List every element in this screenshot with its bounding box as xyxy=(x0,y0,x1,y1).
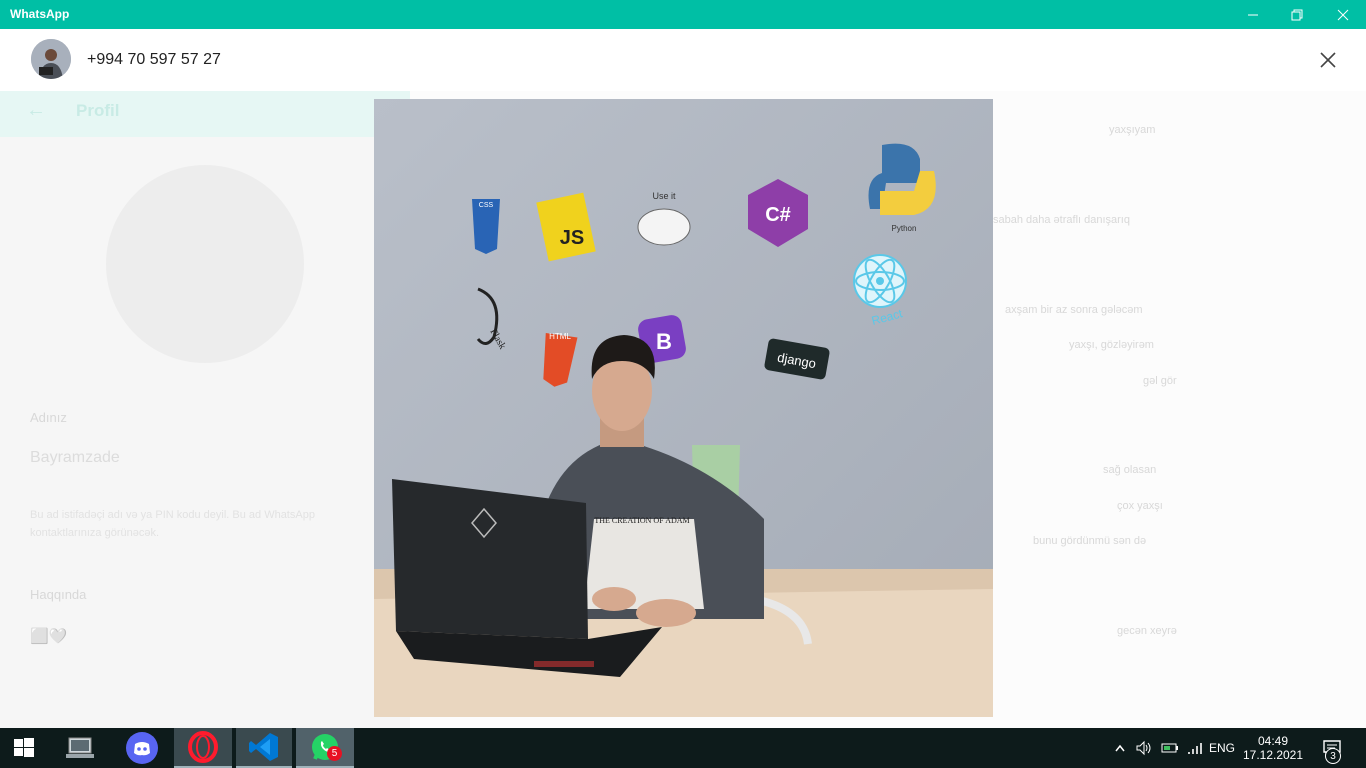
chevron-up-icon xyxy=(1115,744,1125,752)
name-label: Adınız xyxy=(30,410,67,425)
chat-snippet: yaxşı, gözləyirəm xyxy=(1069,339,1154,351)
vscode-icon xyxy=(249,733,278,761)
media-viewer-header: +994 70 597 57 27 xyxy=(0,29,1366,91)
volume-button[interactable] xyxy=(1132,728,1156,768)
name-description: Bu ad istifadəçi adı və ya PIN kodu deyi… xyxy=(30,509,315,539)
chat-snippet: çox yaxşı xyxy=(1117,500,1163,512)
taskbar-whatsapp[interactable]: 5 xyxy=(296,728,354,768)
svg-text:HTML: HTML xyxy=(549,332,571,341)
taskbar-discord[interactable] xyxy=(114,728,170,768)
taskbar-file-explorer[interactable] xyxy=(52,728,108,768)
profile-panel: ← Profil Adınız Bayramzade Bu ad istifad… xyxy=(0,29,410,728)
profile-avatar[interactable] xyxy=(106,165,304,363)
clock[interactable]: 04:49 17.12.2021 xyxy=(1240,728,1306,768)
profile-title: Profil xyxy=(76,101,120,120)
network-button[interactable] xyxy=(1184,728,1208,768)
laptop-icon xyxy=(66,737,94,758)
notification-count-badge: 3 xyxy=(1325,748,1341,764)
windows-taskbar: 5 ENG 04:49 17.12.2021 xyxy=(0,728,1366,768)
window-title: WhatsApp xyxy=(10,7,70,21)
close-window-button[interactable] xyxy=(1320,0,1366,29)
language-indicator[interactable]: ENG xyxy=(1208,728,1236,768)
show-hidden-icons-button[interactable] xyxy=(1110,728,1130,768)
chat-snippet: axşam bir az sonra gələcəm xyxy=(1005,304,1143,316)
opera-icon xyxy=(188,731,218,763)
svg-text:B: B xyxy=(656,329,672,354)
discord-icon xyxy=(126,732,158,764)
svg-text:CSS: CSS xyxy=(479,202,494,209)
wifi-icon xyxy=(1188,743,1202,754)
svg-text:JS: JS xyxy=(560,227,584,249)
chat-snippet: sabah daha ətraflı danışarıq xyxy=(993,214,1130,226)
about-value: ⬜🤍 xyxy=(30,628,68,645)
minimize-button[interactable] xyxy=(1230,0,1276,29)
svg-text:Python: Python xyxy=(892,224,917,233)
chat-list: yaxşıyam sabah daha ətraflı danışarıq ax… xyxy=(993,89,1366,689)
chat-snippet: bunu gördünmü sən də xyxy=(1033,535,1147,547)
chat-snippet: gəl gör xyxy=(1143,375,1177,387)
svg-text:THE CREATION OF ADAM: THE CREATION OF ADAM xyxy=(594,516,689,525)
taskbar-opera[interactable] xyxy=(174,728,232,768)
windows-start-icon xyxy=(14,738,34,757)
back-arrow-icon[interactable]: ← xyxy=(26,99,46,122)
restore-icon xyxy=(1291,9,1303,20)
close-icon xyxy=(1320,52,1336,68)
profile-photo: CSS JS Use it C# Python Flask HTML B dja… xyxy=(374,99,993,717)
chat-snippet: sağ olasan xyxy=(1103,464,1157,476)
battery-icon xyxy=(1161,743,1178,753)
close-viewer-button[interactable] xyxy=(1314,46,1342,74)
battery-button[interactable] xyxy=(1158,728,1182,768)
window-titlebar: WhatsApp xyxy=(0,0,1366,29)
sticker-css: CSS xyxy=(472,199,500,254)
name-value: Bayramzade xyxy=(30,449,120,466)
contact-avatar[interactable] xyxy=(31,39,71,79)
photo-image: CSS JS Use it C# Python Flask HTML B dja… xyxy=(374,99,993,717)
clock-date: 17.12.2021 xyxy=(1242,748,1304,762)
clock-time: 04:49 xyxy=(1257,734,1289,748)
about-label: Haqqında xyxy=(30,587,87,602)
contact-phone: +994 70 597 57 27 xyxy=(87,51,221,68)
minimize-icon xyxy=(1248,14,1258,15)
speaker-icon xyxy=(1136,740,1151,756)
svg-text:C#: C# xyxy=(765,204,791,226)
taskbar-vscode[interactable] xyxy=(236,728,292,768)
whatsapp-unread-badge: 5 xyxy=(327,746,342,761)
avatar-image xyxy=(31,39,71,79)
chat-snippet: yaxşıyam xyxy=(1109,124,1156,136)
close-window-icon xyxy=(1337,9,1349,20)
chat-snippet: gecən xeyrə xyxy=(1117,625,1177,637)
restore-button[interactable] xyxy=(1274,0,1320,29)
start-button[interactable] xyxy=(0,728,48,768)
profile-header: ← Profil xyxy=(0,89,410,137)
svg-text:Use it: Use it xyxy=(652,191,676,201)
